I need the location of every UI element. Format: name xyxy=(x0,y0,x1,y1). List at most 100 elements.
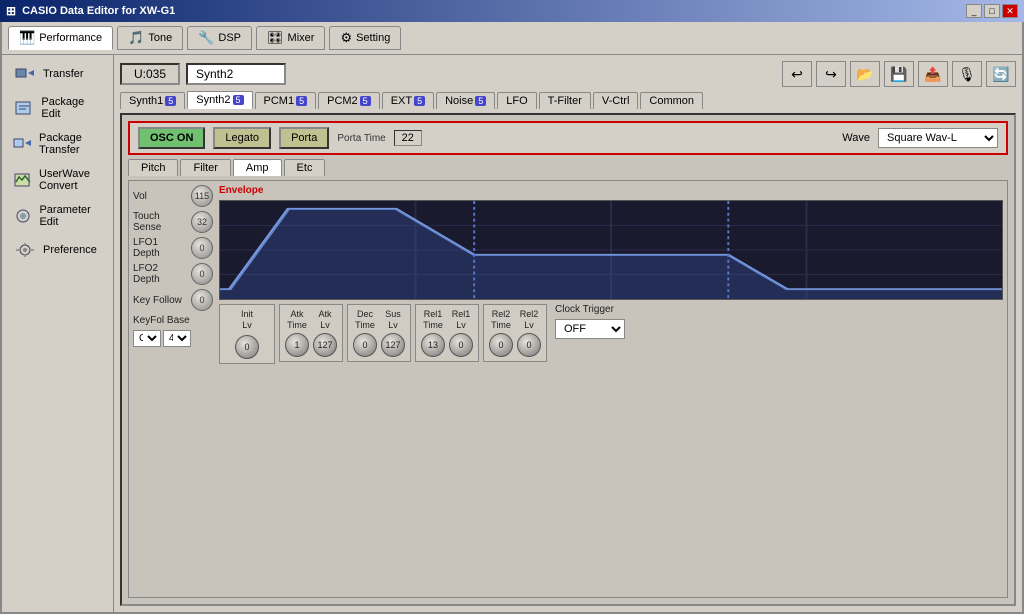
close-button[interactable]: ✕ xyxy=(1002,4,1018,18)
key-follow-row: Key Follow 0 xyxy=(133,289,213,311)
synth-tab-noise[interactable]: Noise5 xyxy=(436,92,495,109)
synth-tab-vctrl[interactable]: V-Ctrl xyxy=(593,92,639,109)
toolbar-icons: ↩ ↪ 📂 💾 📤 🎙 xyxy=(782,61,1016,87)
preset-name-input[interactable] xyxy=(186,63,286,85)
lfo2-depth-knob[interactable]: 0 xyxy=(191,263,213,285)
keyfol-base-row: KeyFol Base xyxy=(133,315,213,326)
save-icon: 💾 xyxy=(890,66,907,83)
keyfol-base-controls: C 4 xyxy=(133,330,213,347)
atk-time-knob[interactable]: 1 xyxy=(285,333,309,357)
open-icon: 📂 xyxy=(856,66,873,83)
atk-lv-knob[interactable]: 127 xyxy=(313,333,337,357)
vol-label: Vol xyxy=(133,191,187,202)
porta-button[interactable]: Porta xyxy=(279,127,329,149)
vol-knob[interactable]: 115 xyxy=(191,185,213,207)
clock-trigger-select[interactable]: OFF ON 1/4 1/8 1/16 xyxy=(555,319,625,339)
dec-time-knob[interactable]: 0 xyxy=(353,333,377,357)
sidebar-item-transfer[interactable]: Transfer xyxy=(6,59,109,89)
atk-time-label: AtkTime xyxy=(287,309,307,331)
wave-select[interactable]: Square Wav-L Sine Wave Sawtooth Triangle xyxy=(878,128,998,148)
sub-tab-filter[interactable]: Filter xyxy=(180,159,230,176)
env-group-init-lv: InitLv 0 xyxy=(219,304,275,364)
rel1-lv-label: Rel1Lv xyxy=(452,309,471,331)
parameter-edit-icon xyxy=(13,206,33,226)
synth-tab-ext[interactable]: EXT5 xyxy=(382,92,434,109)
record-button[interactable]: 🎙 xyxy=(952,61,982,87)
knob-column: Vol 115 Touch Sense 32 LFO1 xyxy=(133,185,213,593)
osc-row: OSC ON Legato Porta Porta Time 22 Wave S… xyxy=(128,121,1008,155)
rel2-time-knob[interactable]: 0 xyxy=(489,333,513,357)
tab-performance[interactable]: 🎹 Performance xyxy=(8,26,113,50)
export-button[interactable]: 📤 xyxy=(918,61,948,87)
vol-knob-row: Vol 115 xyxy=(133,185,213,207)
sidebar-item-userwave-convert[interactable]: UserWave Convert xyxy=(6,163,109,197)
open-button[interactable]: 📂 xyxy=(850,61,880,87)
sidebar-item-parameter-edit[interactable]: Parameter Edit xyxy=(6,199,109,233)
app-logo: ⊞ xyxy=(6,4,16,18)
top-row: U:035 ↩ ↪ 📂 💾 xyxy=(120,61,1016,87)
env-controls: InitLv 0 AtkTime xyxy=(219,304,1003,364)
rel2-lv-knob[interactable]: 0 xyxy=(517,333,541,357)
content-area: Transfer Package Edit Package Transfer U… xyxy=(2,55,1022,612)
rel1-time-label: Rel1Time xyxy=(423,309,443,331)
dsp-icon: 🔧 xyxy=(198,30,214,46)
envelope-svg xyxy=(220,201,1002,299)
synth-tab-lfo[interactable]: LFO xyxy=(497,92,536,109)
touch-sense-knob[interactable]: 32 xyxy=(191,211,213,233)
init-lv-knob[interactable]: 0 xyxy=(235,335,259,359)
minimize-button[interactable]: _ xyxy=(966,4,982,18)
sub-tabs: Pitch Filter Amp Etc xyxy=(128,159,1008,176)
lfo2-depth-row: LFO2 Depth 0 xyxy=(133,263,213,285)
sidebar-item-package-edit[interactable]: Package Edit xyxy=(6,91,109,125)
sidebar-item-preference[interactable]: Preference xyxy=(6,235,109,265)
lfo1-depth-knob[interactable]: 0 xyxy=(191,237,213,259)
sidebar: Transfer Package Edit Package Transfer U… xyxy=(2,55,114,612)
tab-mixer[interactable]: 🎛 Mixer xyxy=(256,26,325,50)
tab-dsp[interactable]: 🔧 DSP xyxy=(187,26,252,50)
amp-panel: Vol 115 Touch Sense 32 LFO1 xyxy=(128,180,1008,598)
tab-setting[interactable]: ⚙ Setting xyxy=(329,26,401,50)
redo-button[interactable]: ↪ xyxy=(816,61,846,87)
legato-button[interactable]: Legato xyxy=(213,127,271,149)
synth-tab-synth1[interactable]: Synth15 xyxy=(120,92,185,109)
touch-sense-row: Touch Sense 32 xyxy=(133,211,213,233)
synth-tab-pcm2[interactable]: PCM25 xyxy=(318,92,380,109)
synth-tab-tfilter[interactable]: T-Filter xyxy=(539,92,591,109)
sidebar-item-package-transfer[interactable]: Package Transfer xyxy=(6,127,109,161)
envelope-label: Envelope xyxy=(219,185,1003,196)
title-bar-left: ⊞ CASIO Data Editor for XW-G1 xyxy=(6,4,175,18)
performance-icon: 🎹 xyxy=(19,30,35,46)
title-bar-text: CASIO Data Editor for XW-G1 xyxy=(22,5,175,17)
key-follow-knob[interactable]: 0 xyxy=(191,289,213,311)
rel1-lv-knob[interactable]: 0 xyxy=(449,333,473,357)
synth-tab-pcm1[interactable]: PCM15 xyxy=(255,92,317,109)
rel2-lv-label: Rel2Lv xyxy=(520,309,539,331)
env-group-atk: AtkTime 1 AtkLv 127 xyxy=(279,304,343,362)
undo-button[interactable]: ↩ xyxy=(782,61,812,87)
sus-lv-label: SusLv xyxy=(385,309,401,331)
sub-tab-pitch[interactable]: Pitch xyxy=(128,159,178,176)
sus-lv-knob[interactable]: 127 xyxy=(381,333,405,357)
keyfol-base-label: KeyFol Base xyxy=(133,315,213,326)
preference-icon xyxy=(13,240,37,260)
wave-label: Wave xyxy=(842,132,870,144)
synth-tab-common[interactable]: Common xyxy=(640,92,703,109)
env-group-rel2: Rel2Time 0 Rel2Lv 0 xyxy=(483,304,547,362)
undo-icon: ↩ xyxy=(791,66,803,83)
main-content: U:035 ↩ ↪ 📂 💾 xyxy=(114,55,1022,612)
sub-tab-etc[interactable]: Etc xyxy=(284,159,326,176)
tab-tone[interactable]: 🎵 Tone xyxy=(117,26,183,50)
keyfol-octave-select[interactable]: 4 xyxy=(163,330,191,347)
osc-on-button[interactable]: OSC ON xyxy=(138,127,205,149)
init-lv-label: InitLv xyxy=(241,309,253,331)
synth-tab-synth2[interactable]: Synth25 xyxy=(187,91,252,109)
touch-sense-label: Touch Sense xyxy=(133,211,187,233)
keyfol-note-select[interactable]: C xyxy=(133,330,161,347)
rel1-time-knob[interactable]: 13 xyxy=(421,333,445,357)
maximize-button[interactable]: □ xyxy=(984,4,1000,18)
refresh-button[interactable]: 🔄 xyxy=(986,61,1016,87)
transfer-icon xyxy=(13,64,37,84)
save-button[interactable]: 💾 xyxy=(884,61,914,87)
sub-tab-amp[interactable]: Amp xyxy=(233,159,282,176)
refresh-icon: 🔄 xyxy=(992,66,1009,83)
